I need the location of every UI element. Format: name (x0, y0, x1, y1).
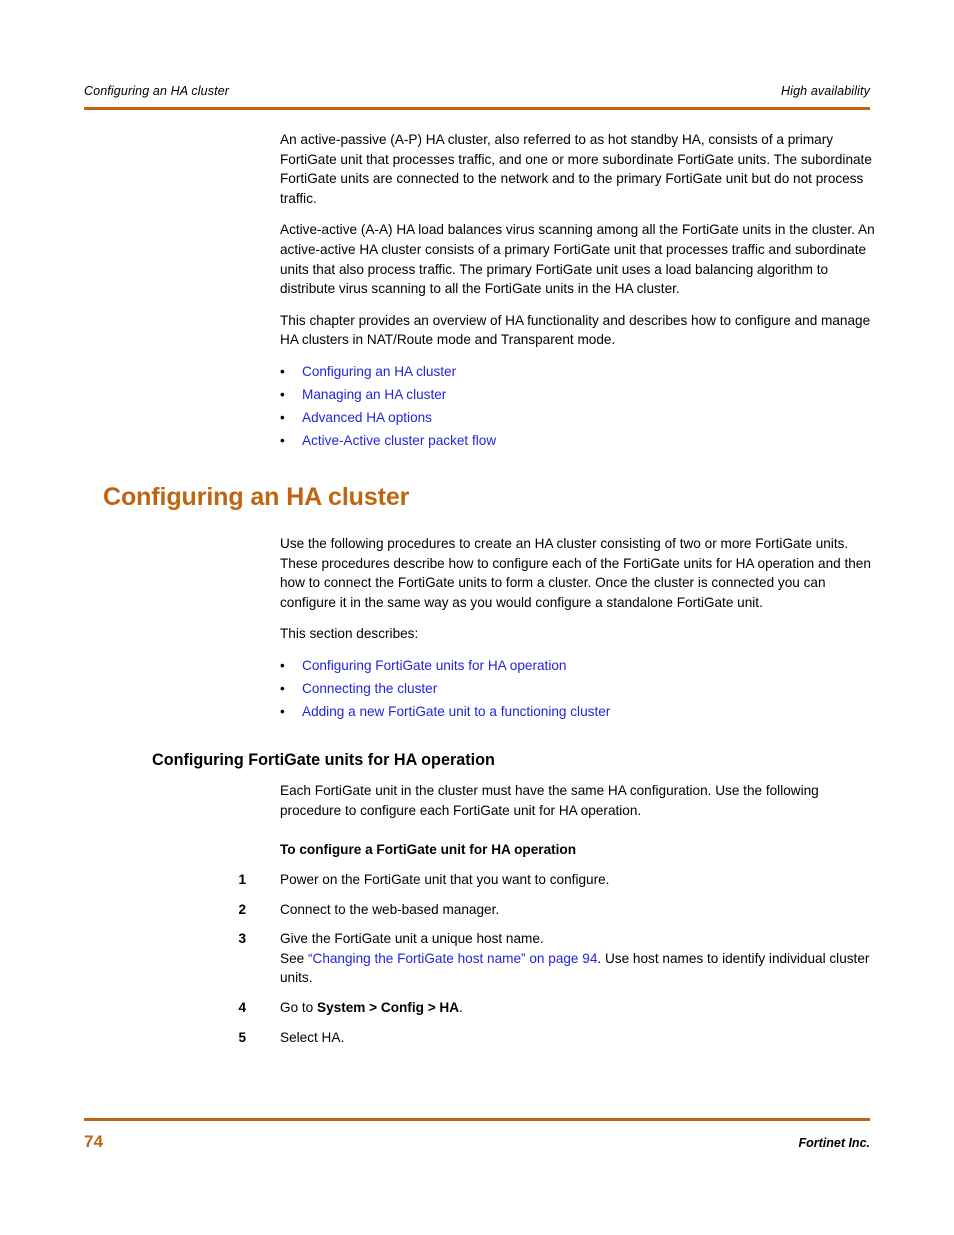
link-configuring-fortigate-units-for-ha-operation[interactable]: Configuring FortiGate units for HA opera… (302, 658, 566, 673)
intro-paragraph-3: This chapter provides an overview of HA … (280, 312, 871, 348)
link-advanced-ha-options[interactable]: Advanced HA options (302, 410, 432, 425)
intro-paragraph-2: Active-active (A-A) HA load balances vir… (280, 222, 875, 297)
page-footer: 74 Fortinet Inc. (84, 1132, 870, 1152)
list-item: • Configuring FortiGate units for HA ope… (0, 654, 954, 677)
step-5: 5 Select HA. (0, 1028, 954, 1048)
page-content: An active-passive (A-P) HA cluster, also… (0, 130, 954, 1057)
intro-paragraph-1: An active-passive (A-P) HA cluster, also… (280, 132, 872, 206)
step-text: Connect to the web-based manager. (280, 901, 500, 917)
procedure-title: To configure a FortiGate unit for HA ope… (280, 842, 577, 858)
list-item: • Configuring an HA cluster (0, 360, 954, 383)
bullet-icon: • (280, 703, 285, 719)
footer-rule (84, 1118, 870, 1121)
link-active-active-cluster-packet-flow[interactable]: Active-Active cluster packet flow (302, 433, 496, 448)
footer-company: Fortinet Inc. (798, 1136, 870, 1150)
bullet-icon: • (280, 386, 285, 402)
section-link-list: • Configuring FortiGate units for HA ope… (0, 654, 954, 723)
step-2: 2 Connect to the web-based manager. (0, 900, 954, 920)
link-changing-the-fortigate-host-name[interactable]: “Changing the FortiGate host name” on pa… (308, 951, 597, 966)
subsection-paragraph: Each FortiGate unit in the cluster must … (280, 782, 819, 818)
chapter-heading: Configuring an HA cluster (103, 482, 410, 511)
link-adding-a-new-fortigate-unit[interactable]: Adding a new FortiGate unit to a functio… (302, 704, 610, 719)
subsection-heading: Configuring FortiGate units for HA opera… (152, 750, 495, 769)
bullet-icon: • (280, 657, 285, 673)
list-item: • Managing an HA cluster (0, 383, 954, 406)
step-text-suffix: . (459, 1000, 463, 1016)
step-note-prefix: See (280, 950, 308, 966)
section-intro-paragraph-1: Use the following procedures to create a… (280, 535, 871, 610)
bullet-icon: • (280, 432, 285, 448)
step-1: 1 Power on the FortiGate unit that you w… (0, 870, 954, 890)
step-3: 3 Give the FortiGate unit a unique host … (0, 929, 954, 988)
step-4: 4 Go to System > Config > HA. (0, 998, 954, 1018)
step-number: 1 (238, 872, 246, 888)
step-number: 5 (238, 1029, 246, 1045)
link-configuring-an-ha-cluster[interactable]: Configuring an HA cluster (302, 364, 456, 379)
link-managing-an-ha-cluster[interactable]: Managing an HA cluster (302, 387, 446, 402)
bullet-icon: • (280, 680, 285, 696)
procedure-steps: 1 Power on the FortiGate unit that you w… (0, 870, 954, 1047)
header-rule (84, 107, 870, 110)
list-item: • Adding a new FortiGate unit to a funct… (0, 700, 954, 723)
running-head-left: Configuring an HA cluster (84, 84, 230, 98)
step-number: 3 (238, 931, 246, 947)
bullet-icon: • (280, 363, 285, 379)
section-intro-paragraph-2: This section describes: (280, 626, 419, 642)
step-text-prefix: Go to (280, 1000, 318, 1016)
running-head-right: High availability (781, 84, 870, 98)
menu-path: System > Config > HA (317, 1000, 460, 1016)
link-connecting-the-cluster[interactable]: Connecting the cluster (302, 681, 437, 696)
step-text: Select HA. (280, 1029, 345, 1045)
step-number: 4 (238, 1000, 246, 1016)
list-item: • Connecting the cluster (0, 677, 954, 700)
page-number: 74 (84, 1132, 104, 1151)
step-3-note: See “Changing the FortiGate host name” o… (280, 949, 880, 988)
list-item: • Advanced HA options (0, 406, 954, 429)
step-number: 2 (238, 901, 246, 917)
running-head: Configuring an HA cluster High availabil… (84, 84, 870, 98)
document-page: Configuring an HA cluster High availabil… (0, 0, 954, 1235)
intro-link-list: • Configuring an HA cluster • Managing a… (0, 360, 954, 452)
step-text: Power on the FortiGate unit that you wan… (280, 872, 610, 888)
step-text: Give the FortiGate unit a unique host na… (280, 931, 544, 947)
list-item: • Active-Active cluster packet flow (0, 429, 954, 452)
bullet-icon: • (280, 409, 285, 425)
